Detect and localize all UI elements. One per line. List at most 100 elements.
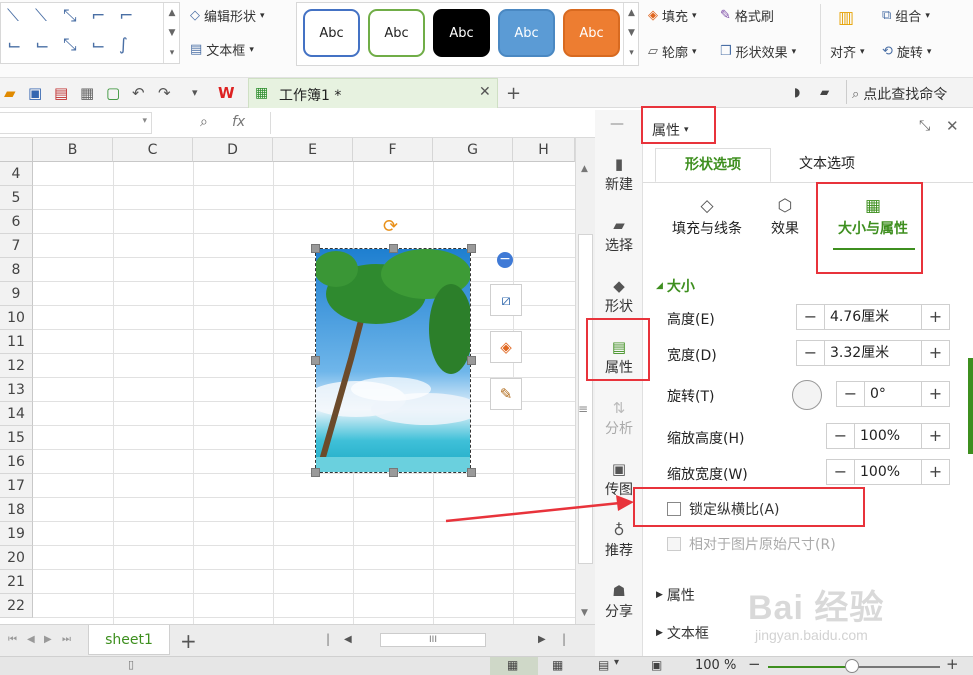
crop-image-icon[interactable]: ⧄ bbox=[490, 284, 522, 316]
tab-text-options[interactable]: 文本选项 bbox=[783, 148, 871, 183]
line-icon[interactable]: ⟍ bbox=[7, 6, 19, 26]
quick-access-dropdown-icon[interactable]: ▾ bbox=[192, 86, 198, 99]
shape-style-sample[interactable]: Abc bbox=[563, 9, 620, 57]
scroll-down-icon[interactable]: ▼ bbox=[581, 608, 588, 618]
open-folder-icon[interactable]: ▰ bbox=[4, 84, 16, 102]
sidetool-shape[interactable]: ◆ 形状 bbox=[595, 276, 643, 316]
sidetool-analyze[interactable]: ⇅ 分析 bbox=[595, 398, 643, 438]
redo-icon[interactable]: ↷ bbox=[158, 84, 171, 102]
section-size-header[interactable]: ◢ 大小 bbox=[656, 276, 695, 296]
row-header[interactable]: 19 bbox=[0, 522, 33, 546]
increase-icon[interactable]: + bbox=[921, 460, 949, 484]
print-preview-icon[interactable]: ▢ bbox=[106, 84, 120, 102]
panel-scroll-indicator[interactable] bbox=[968, 358, 973, 454]
subtab-size-properties[interactable]: ▦ 大小与属性 bbox=[828, 196, 918, 238]
checkbox-box[interactable] bbox=[667, 502, 681, 516]
save-icon[interactable]: ▣ bbox=[28, 84, 42, 102]
panel-title-dropdown[interactable]: 属性 ▾ bbox=[652, 120, 689, 140]
tab-shape-options[interactable]: 形状选项 bbox=[655, 148, 771, 183]
scale-height-stepper[interactable]: − 100% + bbox=[826, 423, 950, 449]
horizontal-scroll-thumb[interactable]: III bbox=[380, 633, 486, 647]
curved-arrow-connector-icon[interactable]: ⤡ bbox=[63, 35, 77, 55]
sheet-tab-sheet1[interactable]: sheet1 bbox=[88, 625, 170, 655]
edit-pencil-icon[interactable]: ✎ bbox=[490, 378, 522, 410]
normal-view-button[interactable]: ▦ bbox=[490, 657, 538, 675]
width-input[interactable]: 3.32厘米 bbox=[825, 341, 921, 365]
collapse-tools-icon[interactable]: − bbox=[497, 252, 513, 268]
column-header[interactable]: H bbox=[513, 138, 575, 162]
comment-icon[interactable]: ▰ bbox=[820, 85, 829, 99]
elbow-arrow-connector-icon[interactable]: ⌐ bbox=[119, 6, 133, 26]
row-header[interactable]: 10 bbox=[0, 306, 33, 330]
elbow-connector-icon[interactable]: ⌐ bbox=[91, 6, 105, 26]
tab-workbook[interactable]: ▦ 工作簿1 * ✕ bbox=[248, 78, 498, 108]
column-header[interactable]: G bbox=[433, 138, 513, 162]
scroll-left-icon[interactable]: ◀ bbox=[344, 634, 352, 645]
row-header[interactable]: 7 bbox=[0, 234, 33, 258]
zoom-formula-icon[interactable]: ⌕ bbox=[200, 114, 208, 130]
rotation-input[interactable]: 0° bbox=[865, 382, 921, 406]
search-command-box[interactable]: ⌕ 点此查找命令 bbox=[852, 84, 947, 104]
undo-icon[interactable]: ↶ bbox=[132, 84, 145, 102]
last-sheet-icon[interactable]: ⏭ bbox=[62, 634, 71, 645]
elbow-double-arrow-icon[interactable]: ⌙ bbox=[7, 35, 21, 55]
decrease-icon[interactable]: − bbox=[797, 341, 825, 365]
sidetool-upload-image[interactable]: ▣ 传图 bbox=[595, 459, 643, 499]
dock-panel-icon[interactable]: ⤡ bbox=[919, 118, 930, 134]
shape-effect-button[interactable]: ❒ 形状效果 ▾ bbox=[720, 42, 796, 61]
width-stepper[interactable]: − 3.32厘米 + bbox=[796, 340, 950, 366]
chevron-down-icon[interactable]: ▾ bbox=[614, 657, 619, 668]
column-header[interactable]: F bbox=[353, 138, 433, 162]
row-header[interactable]: 18 bbox=[0, 498, 33, 522]
group-button[interactable]: ⧉ 组合 ▾ bbox=[882, 6, 930, 25]
split-handle-icon[interactable]: ≡ bbox=[578, 402, 588, 416]
row-header[interactable]: 9 bbox=[0, 282, 33, 306]
style-gallery-scroll[interactable]: ▲ ▼ ▾ bbox=[623, 3, 639, 65]
shape-style-sample[interactable]: Abc bbox=[433, 9, 490, 57]
decrease-icon[interactable]: − bbox=[837, 382, 865, 406]
resize-handle-ne[interactable] bbox=[467, 244, 476, 253]
add-sheet-icon[interactable]: + bbox=[180, 629, 197, 653]
resize-handle-e[interactable] bbox=[467, 356, 476, 365]
row-header[interactable]: 22 bbox=[0, 594, 33, 618]
zoom-level[interactable]: 100 % bbox=[695, 658, 736, 673]
subtab-effect[interactable]: ⬡ 效果 bbox=[765, 196, 805, 238]
reading-mode-icon[interactable]: ▣ bbox=[651, 658, 662, 672]
shape-style-sample[interactable]: Abc bbox=[368, 9, 425, 57]
outline-button[interactable]: ▱ 轮廓 ▾ bbox=[648, 42, 697, 61]
new-tab-plus-icon[interactable]: + bbox=[506, 83, 521, 104]
increase-icon[interactable]: + bbox=[921, 341, 949, 365]
vertical-scrollbar[interactable]: ▲ ▼ bbox=[575, 138, 595, 624]
zoom-out-icon[interactable]: − bbox=[748, 655, 761, 673]
row-header[interactable]: 5 bbox=[0, 186, 33, 210]
shape-style-sample[interactable]: Abc bbox=[303, 9, 360, 57]
increase-icon[interactable]: + bbox=[921, 382, 949, 406]
zoom-slider-knob[interactable] bbox=[845, 659, 859, 673]
macro-icon[interactable]: ▯ bbox=[128, 658, 134, 671]
format-painter-button[interactable]: ✎ 格式刷 bbox=[720, 6, 774, 25]
freeform-icon[interactable]: ∫ bbox=[119, 35, 128, 55]
curved-connector-icon[interactable]: ⌙ bbox=[35, 35, 49, 55]
height-input[interactable]: 4.76厘米 bbox=[825, 305, 921, 329]
arrow-line-icon[interactable]: ⟍ bbox=[35, 6, 47, 26]
sidetool-select[interactable]: ▰ 选择 bbox=[595, 215, 643, 255]
row-header[interactable]: 8 bbox=[0, 258, 33, 282]
prev-sheet-icon[interactable]: ◀ bbox=[27, 634, 35, 645]
rotation-dial[interactable] bbox=[792, 380, 822, 410]
fill-button[interactable]: ◈ 填充 ▾ bbox=[648, 6, 697, 25]
row-header[interactable]: 21 bbox=[0, 570, 33, 594]
rotation-stepper[interactable]: − 0° + bbox=[836, 381, 950, 407]
print-icon[interactable]: ▦ bbox=[80, 84, 94, 102]
document-icon[interactable]: ◗ bbox=[794, 85, 800, 99]
row-header[interactable]: 4 bbox=[0, 162, 33, 186]
export-pdf-icon[interactable]: ▤ bbox=[54, 84, 68, 102]
name-box[interactable]: ▾ bbox=[0, 112, 152, 134]
close-panel-icon[interactable]: ✕ bbox=[946, 117, 959, 135]
row-header[interactable]: 20 bbox=[0, 546, 33, 570]
select-all-corner[interactable] bbox=[0, 138, 33, 162]
double-arrow-line-icon[interactable]: ⤡ bbox=[63, 6, 77, 26]
decrease-icon[interactable]: − bbox=[797, 305, 825, 329]
zoom-in-icon[interactable]: + bbox=[946, 655, 959, 673]
rotate-button[interactable]: ⟲ 旋转 ▾ bbox=[882, 42, 931, 61]
first-sheet-icon[interactable]: ⏮ bbox=[8, 634, 17, 645]
